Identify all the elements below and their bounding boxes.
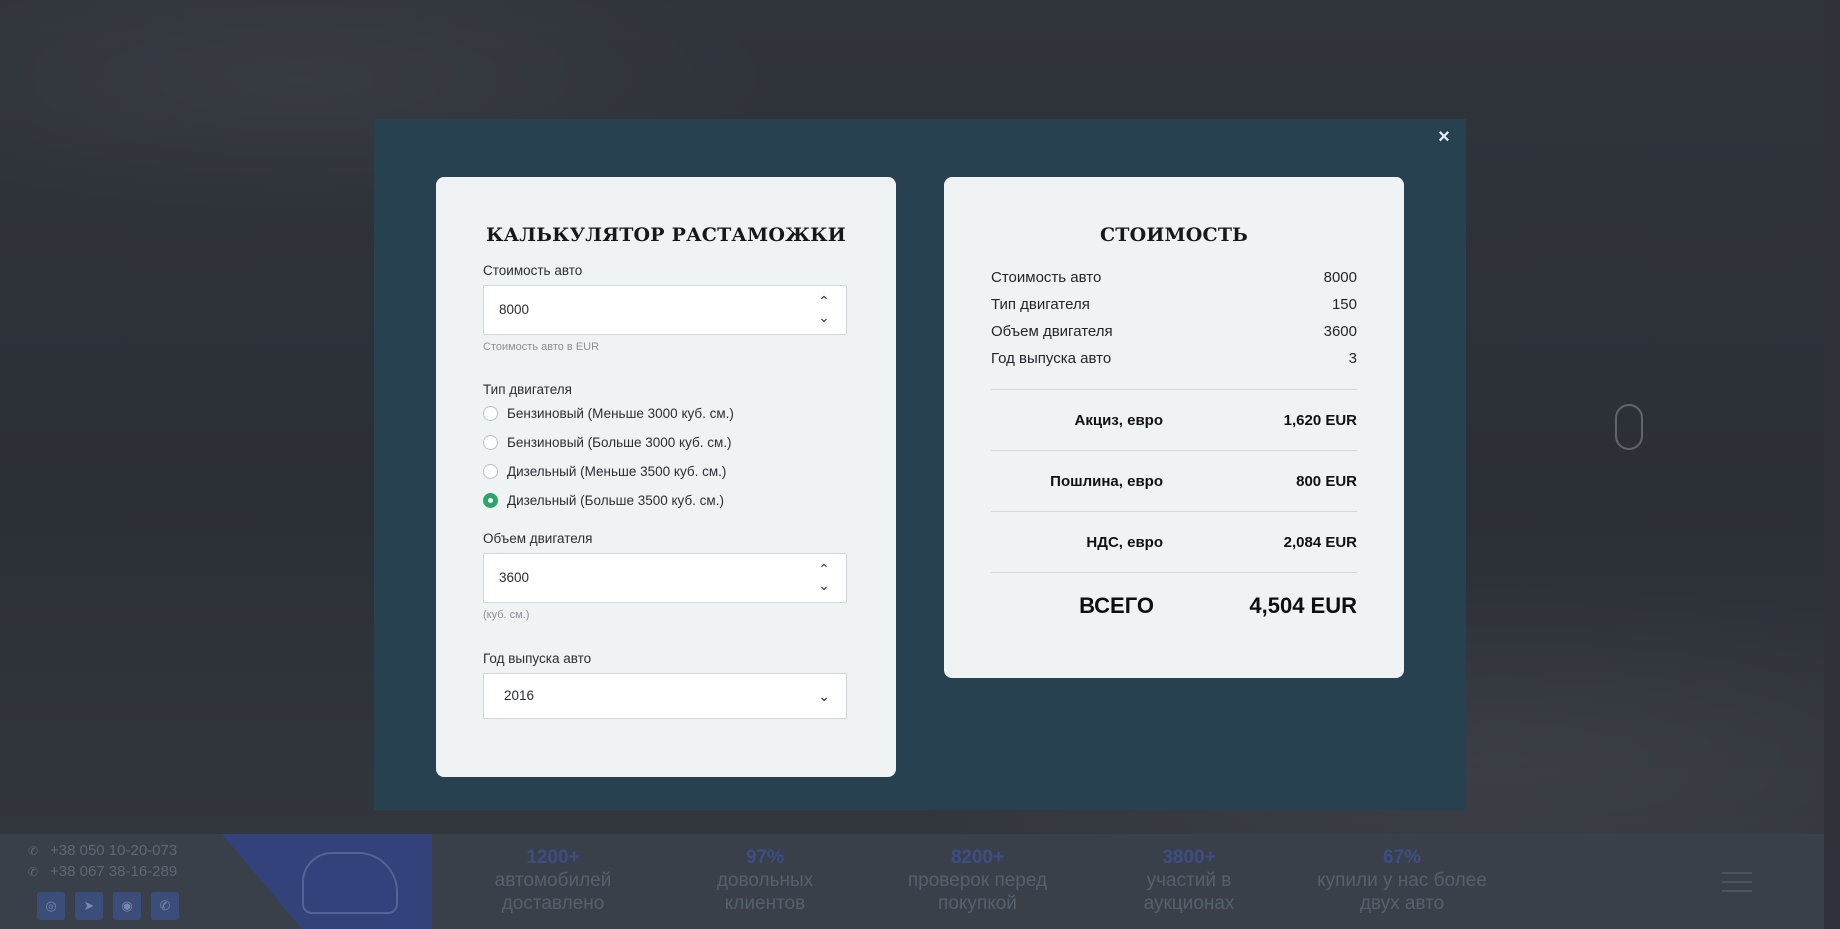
total-label: ВСЕГО [1079,593,1154,618]
engine-option-petrol-large[interactable]: Бензиновый (Больше 3000 куб. см.) [483,433,849,451]
stat-repeat-buyers: 67% купили у нас более двух авто [1302,846,1502,915]
car-illustration-icon [302,852,398,914]
chevron-up-icon[interactable]: ⌃ [816,561,832,577]
close-icon[interactable]: × [1434,127,1454,147]
radio-button-checked[interactable] [483,492,498,508]
duty-label: Пошлина, евро [1050,472,1163,490]
cost-card: СТОИМОСТЬ Стоимость авто 8000 Тип двигат… [944,177,1404,678]
stat-text-line: клиентов [724,893,806,914]
stat-number: 1200+ [526,847,580,868]
radio-label: Дизельный (Больше 3500 куб. см.) [507,492,724,508]
stat-number: 8200+ [950,847,1005,868]
chevron-down-icon: ⌄ [818,688,830,704]
car-price-label: Стоимость авто [483,263,583,278]
phone-number: +38 050 10-20-073 [50,842,178,859]
engine-option-diesel-large[interactable]: Дизельный (Больше 3500 куб. см.) [483,491,849,509]
year-label: Год выпуска авто [483,651,592,666]
vat-row: НДС, евро 2,084 EUR [991,512,1357,572]
phone-line-2[interactable]: ✆ +38 067 38-16-289 [28,863,177,880]
engine-option-petrol-small[interactable]: Бензиновый (Меньше 3000 куб. см.) [483,404,849,422]
engine-volume-label: Объем двигателя [483,531,593,546]
stat-inspections: 8200+ проверок перед покупкой [890,846,1065,915]
stat-text-line: проверок перед [907,870,1048,891]
car-price-input[interactable]: 8000 ⌃ ⌄ [483,285,847,335]
viber-icon[interactable]: ◉ [113,892,141,920]
scroll-mouse-icon [1615,404,1643,450]
vat-value: 2,084 EUR [1283,533,1357,551]
stat-text-line: двух авто [1359,893,1445,914]
phone-number: +38 067 38-16-289 [50,863,178,880]
summary-row: Тип двигателя 150 [991,291,1357,318]
whatsapp-icon[interactable]: ✆ [151,892,179,920]
duty-row: Пошлина, евро 800 EUR [991,451,1357,511]
stat-text-line: довольных [716,870,814,891]
stat-cars-delivered: 1200+ автомобилей доставлено [478,846,628,915]
year-value: 2016 [504,688,535,703]
stat-text-line: купили у нас более [1317,870,1487,891]
engine-volume-hint: (куб. см.) [483,609,530,621]
chevron-down-icon[interactable]: ⌄ [816,309,832,325]
summary-row: Объем двигателя 3600 [991,318,1357,345]
car-price-value: 8000 [499,302,530,317]
summary-row: Стоимость авто 8000 [991,264,1357,291]
summary-value: 150 [1331,296,1357,313]
excise-row: Акциз, евро 1,620 EUR [991,390,1357,450]
radio-label: Дизельный (Меньше 3500 куб. см.) [507,463,727,479]
phone-line-1[interactable]: ✆ +38 050 10-20-073 [28,842,177,859]
summary-label: Тип двигателя [991,296,1090,313]
calculator-card: КАЛЬКУЛЯТОР РАСТАМОЖКИ Стоимость авто 80… [436,177,896,777]
excise-label: Акциз, евро [1074,411,1163,429]
car-price-hint: Стоимость авто в EUR [483,341,600,353]
summary-label: Год выпуска авто [991,350,1112,367]
stat-happy-clients: 97% довольных клиентов [690,846,840,915]
customs-calculator-modal: × КАЛЬКУЛЯТОР РАСТАМОЖКИ Стоимость авто … [374,119,1466,810]
stat-number: 67% [1382,847,1422,868]
phone-icon: ✆ [28,864,39,879]
radio-label: Бензиновый (Меньше 3000 куб. см.) [507,405,734,421]
summary-label: Объем двигателя [991,323,1113,340]
radio-button[interactable] [483,405,498,421]
stat-number: 97% [745,847,785,868]
telegram-icon[interactable]: ➤ [75,892,103,920]
engine-volume-input[interactable]: 3600 ⌃ ⌄ [483,553,847,603]
summary-row: Год выпуска авто 3 [991,345,1357,372]
stat-text-line: участий в [1146,870,1232,891]
excise-value: 1,620 EUR [1283,411,1357,429]
chevron-down-icon[interactable]: ⌄ [816,577,832,593]
summary-value: 3 [1348,350,1357,367]
total-value: 4,504 EUR [1249,593,1357,618]
instagram-icon[interactable]: ◎ [37,892,65,920]
total-row: ВСЕГО 4,504 EUR [991,573,1357,639]
engine-type-label: Тип двигателя [483,382,572,397]
engine-volume-value: 3600 [499,570,530,585]
cost-title: СТОИМОСТЬ [1099,224,1249,246]
summary-value: 3600 [1323,323,1357,340]
calculator-title: КАЛЬКУЛЯТОР РАСТАМОЖКИ [486,224,846,246]
phone-icon: ✆ [28,843,39,858]
radio-label: Бензиновый (Больше 3000 куб. см.) [507,434,732,450]
engine-volume-stepper: ⌃ ⌄ [816,561,832,595]
car-price-stepper: ⌃ ⌄ [816,293,832,327]
radio-button[interactable] [483,463,498,479]
stat-number: 3800+ [1162,847,1216,868]
stat-text-line: доставлено [501,893,605,914]
stat-text-line: покупкой [938,893,1017,914]
summary-value: 8000 [1323,269,1357,286]
summary-label: Стоимость авто [991,269,1102,286]
radio-button[interactable] [483,434,498,450]
chevron-up-icon[interactable]: ⌃ [816,293,832,309]
stat-text-line: аукционах [1143,893,1235,914]
engine-option-diesel-small[interactable]: Дизельный (Меньше 3500 куб. см.) [483,462,849,480]
stat-auctions: 3800+ участий в аукционах [1114,846,1264,915]
year-select[interactable]: 2016 ⌄ [483,673,847,719]
menu-icon[interactable] [1722,872,1752,892]
page-scrollbar[interactable] [1824,0,1840,929]
duty-value: 800 EUR [1296,472,1357,490]
vat-label: НДС, евро [1086,533,1163,551]
stat-text-line: автомобилей [494,870,612,891]
